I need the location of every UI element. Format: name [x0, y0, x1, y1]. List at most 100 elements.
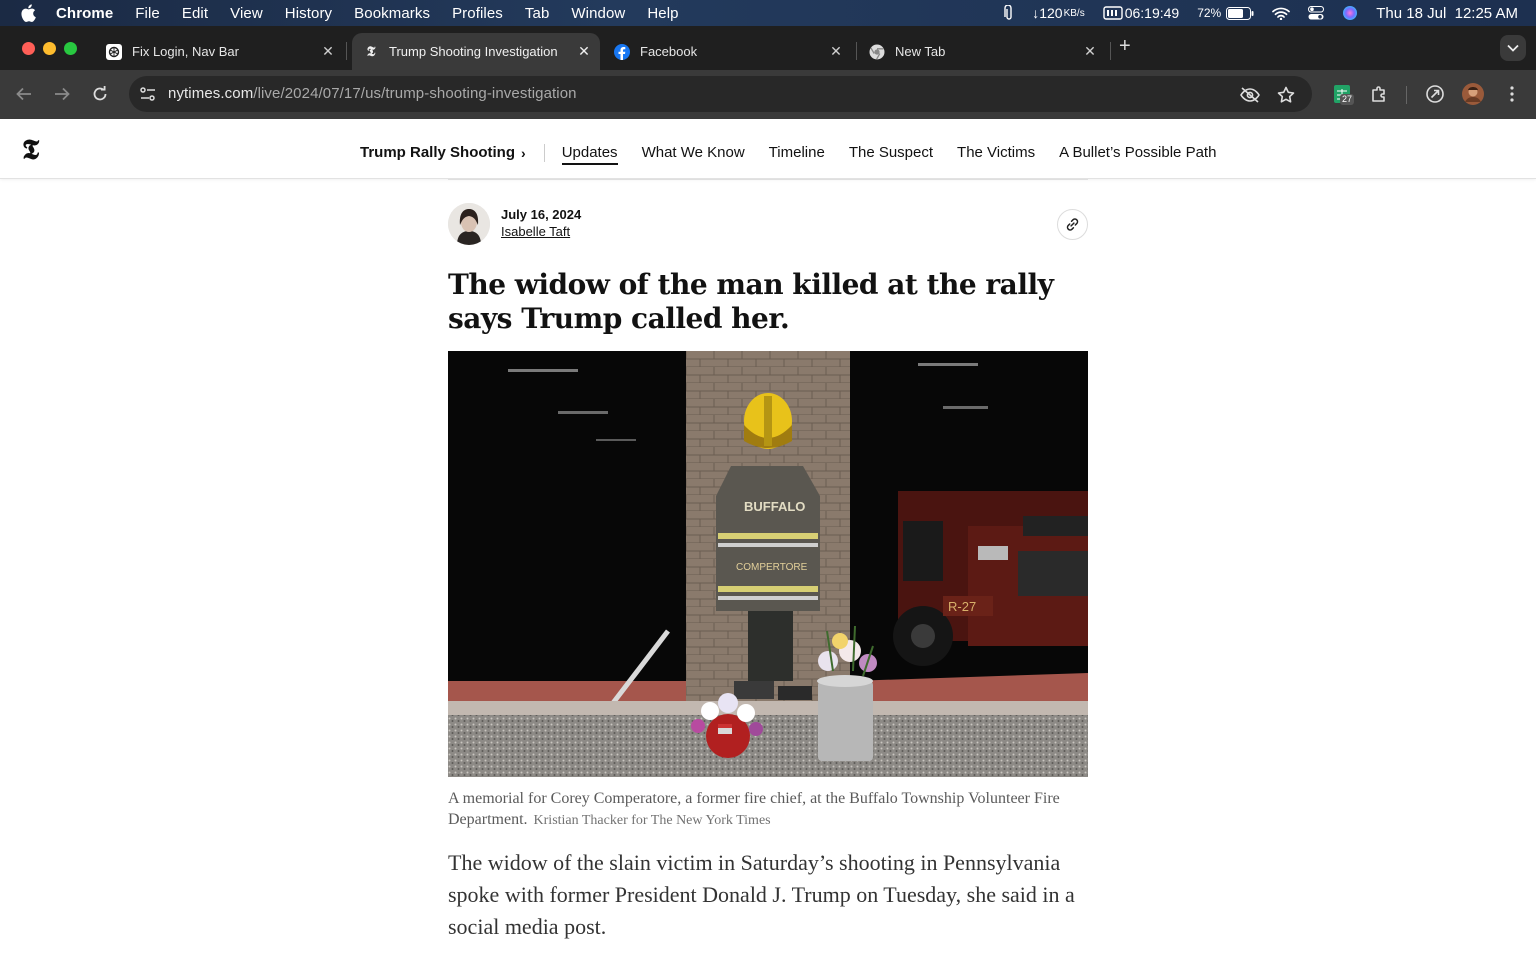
facebook-icon — [614, 43, 630, 60]
status-area: ↓ 120 KB/s 06:19:49 72% Thu 18 Jul 12:25… — [986, 0, 1518, 26]
tracking-protection-icon[interactable] — [1239, 84, 1261, 106]
url-text[interactable]: nytimes.com/live/2024/07/17/us/trump-sho… — [168, 85, 577, 102]
minimize-window-button[interactable] — [43, 42, 56, 55]
extension-sheets-button[interactable]: 27 — [1330, 82, 1355, 106]
memorial-photo[interactable]: R-27 BUFFALO COMPERTORE — [448, 351, 1088, 777]
nyt-logo[interactable]: 𝕿 — [22, 136, 48, 164]
menu-bookmarks[interactable]: Bookmarks — [354, 5, 430, 22]
site-settings-icon[interactable] — [137, 83, 159, 105]
tab-facebook[interactable]: Facebook ✕ — [604, 33, 852, 70]
nyt-icon: 𝕿 — [366, 43, 376, 60]
chevron-right-icon: › — [521, 144, 526, 161]
truck-label: R-27 — [948, 599, 976, 614]
chrome-menu-icon[interactable] — [1500, 82, 1524, 106]
tab-trump-shooting[interactable]: 𝕿 Trump Shooting Investigation ✕ — [352, 33, 600, 70]
copy-link-button[interactable] — [1057, 209, 1088, 240]
tab-title: Trump Shooting Investigation — [389, 44, 558, 59]
article-body: The widow of the slain victim in Saturda… — [448, 850, 1075, 939]
menu-profiles[interactable]: Profiles — [452, 5, 503, 22]
browser-toolbar: nytimes.com/live/2024/07/17/us/trump-sho… — [0, 70, 1536, 119]
net-speed-value: 120 — [1039, 5, 1063, 21]
wifi-icon[interactable] — [1272, 7, 1291, 20]
saved-pages-icon[interactable] — [1423, 82, 1447, 106]
timer-widget[interactable]: 06:19:49 — [1103, 5, 1179, 21]
tab-separator — [346, 42, 347, 60]
control-center-icon[interactable] — [1308, 6, 1325, 20]
close-tab-icon[interactable]: ✕ — [576, 43, 592, 59]
tab-title: New Tab — [895, 44, 946, 59]
section-link[interactable]: Trump Rally Shooting › — [360, 144, 526, 161]
download-arrow-icon: ↓ — [1032, 5, 1040, 21]
menu-history[interactable]: History — [285, 5, 332, 22]
nav-the-suspect[interactable]: The Suspect — [849, 144, 933, 161]
extension-badge: 27 — [1340, 94, 1355, 105]
address-bar[interactable]: nytimes.com/live/2024/07/17/us/trump-sho… — [129, 76, 1312, 112]
battery-percent: 72% — [1197, 6, 1222, 20]
new-tab-button[interactable]: + — [1119, 36, 1131, 56]
menu-view[interactable]: View — [230, 5, 263, 22]
menu-help[interactable]: Help — [647, 5, 678, 22]
menu-window[interactable]: Window — [571, 5, 625, 22]
reload-icon — [93, 86, 107, 101]
jacket-label: BUFFALO — [744, 499, 805, 514]
url-host: nytimes.com — [168, 85, 254, 102]
net-speed-unit: KB/s — [1063, 7, 1085, 19]
chevron-down-icon — [1507, 44, 1519, 52]
forward-arrow-icon — [55, 87, 70, 101]
chatgpt-icon — [106, 43, 122, 60]
tab-separator — [1110, 42, 1111, 60]
tab-title: Fix Login, Nav Bar — [132, 44, 239, 59]
nav-what-we-know[interactable]: What We Know — [642, 144, 745, 161]
battery-status[interactable]: 72% — [1197, 6, 1254, 20]
tab-new-tab[interactable]: New Tab ✕ — [860, 33, 1106, 70]
close-window-button[interactable] — [22, 42, 35, 55]
window-controls — [22, 42, 85, 55]
photo-caption: A memorial for Corey Comperatore, a form… — [448, 788, 1088, 831]
article-headline: The widow of the man killed at the rally… — [448, 268, 1054, 335]
nav-the-victims[interactable]: The Victims — [957, 144, 1035, 161]
bookmark-star-icon[interactable] — [1275, 84, 1297, 106]
extensions-puzzle-icon[interactable] — [1367, 82, 1391, 106]
nav-timeline[interactable]: Timeline — [769, 144, 825, 161]
tab-fix-login[interactable]: Fix Login, Nav Bar ✕ — [96, 33, 344, 70]
tab-title: Facebook — [640, 44, 698, 59]
zoom-window-button[interactable] — [64, 42, 77, 55]
close-tab-icon[interactable]: ✕ — [828, 43, 844, 59]
live-coverage-nav: Trump Rally Shooting › Updates What We K… — [360, 140, 1240, 165]
browser-tab-strip: Fix Login, Nav Bar ✕ 𝕿 Trump Shooting In… — [0, 26, 1536, 70]
photo-credit: Kristian Thacker for The New York Times — [533, 813, 771, 828]
publish-date: July 16, 2024 — [501, 207, 582, 222]
paperclip-icon[interactable] — [1004, 5, 1014, 21]
tab-separator — [856, 42, 857, 60]
nyt-header: 𝕿 Trump Rally Shooting › Updates What We… — [0, 119, 1536, 179]
reload-button[interactable] — [89, 83, 111, 105]
nav-bullet-path[interactable]: A Bullet’s Possible Path — [1059, 144, 1216, 161]
apple-logo-icon[interactable] — [20, 4, 42, 22]
web-page: 𝕿 Trump Rally Shooting › Updates What We… — [0, 119, 1536, 960]
nav-divider — [543, 143, 545, 162]
jacket-name: COMPERTORE — [736, 562, 808, 573]
tab-search-button[interactable] — [1500, 35, 1526, 61]
toolbar-divider — [1406, 86, 1407, 104]
close-tab-icon[interactable]: ✕ — [320, 43, 336, 59]
menu-app-name[interactable]: Chrome — [56, 5, 113, 22]
byline: July 16, 2024 Isabelle Taft — [448, 203, 1088, 247]
back-button[interactable] — [13, 83, 35, 105]
section-label: Trump Rally Shooting — [360, 144, 516, 161]
macos-menu-bar: Chrome File Edit View History Bookmarks … — [0, 0, 1536, 26]
nav-updates[interactable]: Updates — [561, 144, 618, 165]
network-speed[interactable]: ↓ 120 KB/s — [1032, 5, 1084, 21]
timer-icon — [1103, 6, 1123, 20]
menubar-datetime[interactable]: Thu 18 Jul 12:25 AM — [1376, 5, 1518, 22]
menu-file[interactable]: File — [135, 5, 160, 22]
chrome-icon — [869, 44, 885, 60]
url-path: /live/2024/07/17/us/trump-shooting-inves… — [253, 85, 577, 102]
author-avatar[interactable] — [448, 203, 490, 245]
siri-icon[interactable] — [1342, 5, 1358, 21]
menu-tab[interactable]: Tab — [525, 5, 550, 22]
forward-button[interactable] — [51, 83, 73, 105]
menu-edit[interactable]: Edit — [182, 5, 208, 22]
author-link[interactable]: Isabelle Taft — [501, 224, 570, 239]
close-tab-icon[interactable]: ✕ — [1082, 43, 1098, 59]
profile-avatar[interactable] — [1461, 82, 1485, 106]
